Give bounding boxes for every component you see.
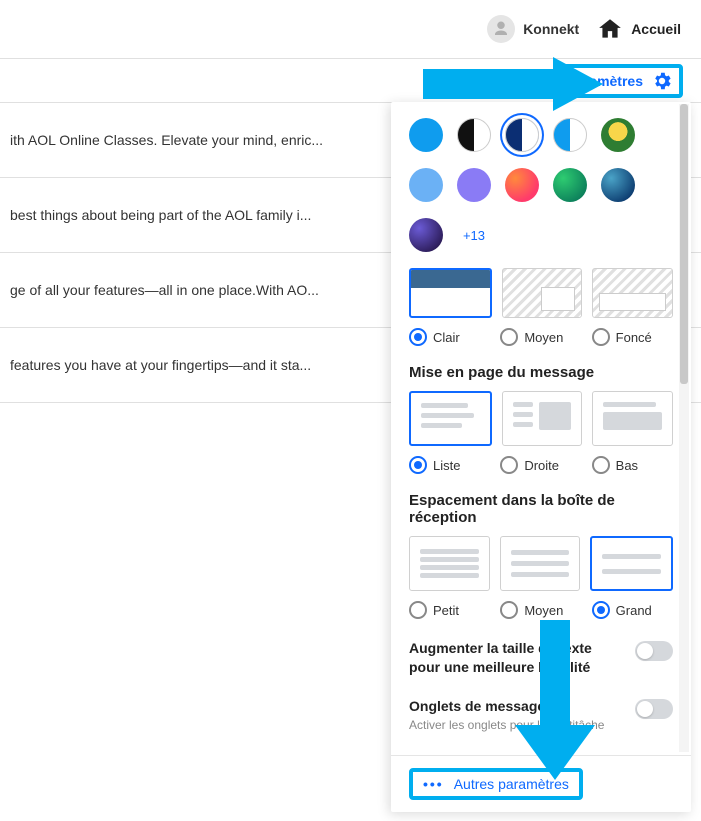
radio-large[interactable]: Grand xyxy=(592,601,673,619)
spacing-radio-row: Petit Moyen Grand xyxy=(409,601,673,619)
layout-bottom[interactable] xyxy=(592,391,673,446)
font-size-toggle[interactable] xyxy=(635,641,673,661)
ellipsis-icon: ••• xyxy=(423,776,444,792)
theme-swatch-8[interactable] xyxy=(553,168,587,202)
avatar-icon xyxy=(487,15,515,43)
scrollbar[interactable] xyxy=(679,104,689,752)
gear-icon xyxy=(651,70,673,92)
spacing-large[interactable] xyxy=(590,536,673,591)
theme-swatch-9[interactable] xyxy=(601,168,635,202)
mode-light[interactable] xyxy=(409,268,492,318)
theme-swatch-1[interactable] xyxy=(457,118,491,152)
tabs-sub: Activer les onglets pour le multitâche xyxy=(409,718,604,732)
radio-bottom[interactable]: Bas xyxy=(592,456,673,474)
scrollbar-thumb[interactable] xyxy=(680,104,688,384)
home-icon xyxy=(597,16,623,42)
more-themes-link[interactable]: +13 xyxy=(457,218,491,252)
layout-list[interactable] xyxy=(409,391,492,446)
more-settings-row: ••• Autres paramètres xyxy=(391,755,691,812)
radio-list[interactable]: Liste xyxy=(409,456,490,474)
theme-swatch-0[interactable] xyxy=(409,118,443,152)
radio-light[interactable]: Clair xyxy=(409,328,490,346)
theme-grid: +13 xyxy=(409,118,673,252)
spacing-medium[interactable] xyxy=(500,536,581,591)
mode-medium[interactable] xyxy=(502,268,583,318)
layout-radio-row: Liste Droite Bas xyxy=(409,456,673,474)
theme-swatch-6[interactable] xyxy=(457,168,491,202)
settings-panel: Thème +13 Clair Moyen Foncé Mise en page… xyxy=(391,102,691,812)
toolbar: Tri ⌄ Paramètres xyxy=(0,58,701,102)
radio-right[interactable]: Droite xyxy=(500,456,581,474)
layout-section-title: Mise en page du message xyxy=(409,364,673,381)
home-link[interactable]: Accueil xyxy=(597,16,681,42)
theme-swatch-3[interactable] xyxy=(553,118,587,152)
sort-dropdown[interactable]: Tri ⌄ xyxy=(423,73,453,89)
app-header: Konnekt Accueil xyxy=(0,0,701,58)
layout-row xyxy=(409,391,673,446)
theme-swatch-7[interactable] xyxy=(505,168,539,202)
home-label: Accueil xyxy=(631,21,681,37)
font-size-label: Augmenter la taille du texte pour une me… xyxy=(409,639,625,677)
radio-medium-spacing[interactable]: Moyen xyxy=(500,601,581,619)
settings-button[interactable]: Paramètres xyxy=(557,64,683,98)
radio-medium[interactable]: Moyen xyxy=(500,328,581,346)
user-menu[interactable]: Konnekt xyxy=(487,15,579,43)
brightness-mode-row xyxy=(409,268,673,318)
tabs-label: Onglets de messagerie xyxy=(409,697,604,716)
theme-swatch-4[interactable] xyxy=(601,118,635,152)
spacing-section-title: Espacement dans la boîte de réception xyxy=(409,492,673,526)
tabs-toggle-row: Onglets de messagerie Activer les onglet… xyxy=(409,697,673,732)
layout-right[interactable] xyxy=(502,391,583,446)
radio-dark[interactable]: Foncé xyxy=(592,328,673,346)
theme-swatch-2[interactable] xyxy=(505,118,539,152)
theme-swatch-10[interactable] xyxy=(409,218,443,252)
font-size-toggle-row: Augmenter la taille du texte pour une me… xyxy=(409,639,673,677)
spacing-small[interactable] xyxy=(409,536,490,591)
username: Konnekt xyxy=(523,21,579,37)
tabs-toggle[interactable] xyxy=(635,699,673,719)
radio-small[interactable]: Petit xyxy=(409,601,490,619)
more-settings-button[interactable]: ••• Autres paramètres xyxy=(409,768,583,800)
chevron-down-icon: ⌄ xyxy=(442,73,453,89)
spacing-row xyxy=(409,536,673,591)
brightness-radio-row: Clair Moyen Foncé xyxy=(409,328,673,346)
theme-swatch-5[interactable] xyxy=(409,168,443,202)
mode-dark[interactable] xyxy=(592,268,673,318)
